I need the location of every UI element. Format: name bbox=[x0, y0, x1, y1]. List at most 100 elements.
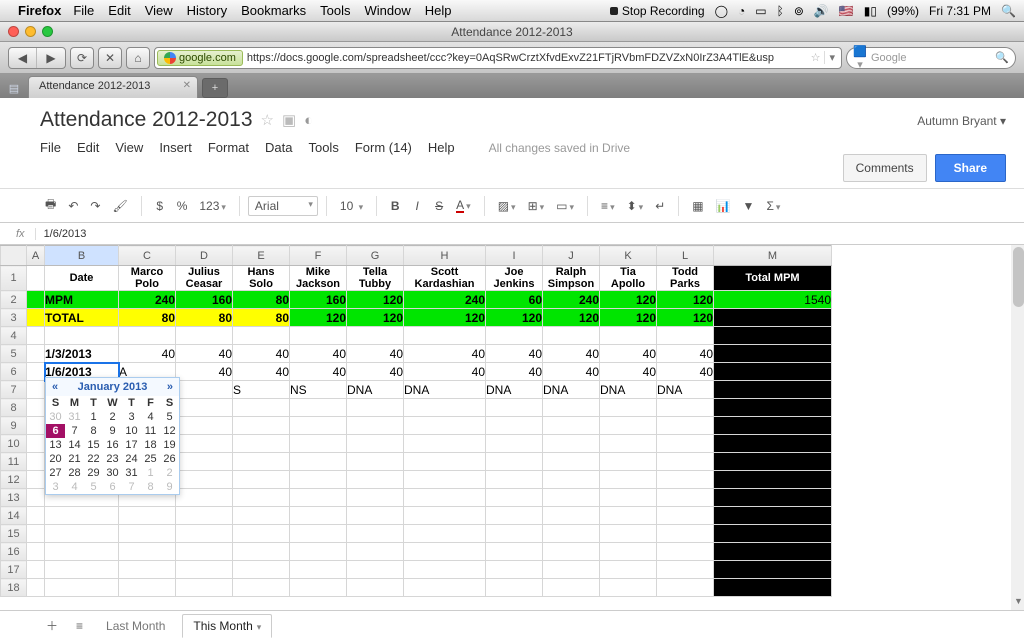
dp-day[interactable]: 8 bbox=[84, 424, 103, 438]
font-family-select[interactable]: Arial bbox=[248, 196, 318, 216]
cell-K13[interactable] bbox=[600, 489, 657, 507]
cell-K10[interactable] bbox=[600, 435, 657, 453]
dp-day[interactable]: 7 bbox=[65, 424, 84, 438]
cell-E9[interactable] bbox=[233, 417, 290, 435]
dp-day[interactable]: 1 bbox=[84, 410, 103, 424]
cell-F15[interactable] bbox=[290, 525, 347, 543]
cell-B2[interactable]: MPM bbox=[45, 291, 119, 309]
cell-D17[interactable] bbox=[176, 561, 233, 579]
col-J[interactable]: J bbox=[543, 246, 600, 266]
cell-I16[interactable] bbox=[486, 543, 543, 561]
col-H[interactable]: H bbox=[404, 246, 486, 266]
cell-E17[interactable] bbox=[233, 561, 290, 579]
cell-J8[interactable] bbox=[543, 399, 600, 417]
cell-M6[interactable] bbox=[714, 363, 832, 381]
wrap-button[interactable]: ↵ bbox=[650, 195, 670, 217]
cell-K16[interactable] bbox=[600, 543, 657, 561]
cell-A9[interactable] bbox=[27, 417, 45, 435]
cell-E6[interactable]: 40 bbox=[233, 363, 290, 381]
cell-A5[interactable] bbox=[27, 345, 45, 363]
rownum-7[interactable]: 7 bbox=[1, 381, 27, 399]
dp-day[interactable]: 3 bbox=[46, 480, 65, 494]
dp-prev[interactable]: « bbox=[52, 381, 58, 393]
cell-F7[interactable]: NS bbox=[290, 381, 347, 399]
cell-H5[interactable]: 40 bbox=[404, 345, 486, 363]
cell-E12[interactable] bbox=[233, 471, 290, 489]
menu-tools[interactable]: Tools bbox=[320, 3, 350, 18]
cell-F14[interactable] bbox=[290, 507, 347, 525]
cell-M17[interactable] bbox=[714, 561, 832, 579]
scroll-thumb[interactable] bbox=[1013, 247, 1024, 307]
site-identity-chip[interactable]: google.com bbox=[157, 50, 243, 66]
cell-L10[interactable] bbox=[657, 435, 714, 453]
col-K[interactable]: K bbox=[600, 246, 657, 266]
bluetooth-icon[interactable]: ᛒ bbox=[777, 4, 784, 18]
cell-H18[interactable] bbox=[404, 579, 486, 597]
print-icon[interactable]: 🖶 bbox=[40, 191, 61, 220]
reload-button[interactable]: ⟳ bbox=[70, 47, 94, 69]
cell-I2[interactable]: 60 bbox=[486, 291, 543, 309]
cell-M9[interactable] bbox=[714, 417, 832, 435]
cell-I18[interactable] bbox=[486, 579, 543, 597]
cell-A14[interactable] bbox=[27, 507, 45, 525]
search-box[interactable]: 🟦▾ Google 🔍 bbox=[846, 47, 1016, 69]
cell-G5[interactable]: 40 bbox=[347, 345, 404, 363]
cell-A6[interactable] bbox=[27, 363, 45, 381]
cell-M8[interactable] bbox=[714, 399, 832, 417]
cell-F2[interactable]: 160 bbox=[290, 291, 347, 309]
rownum-6[interactable]: 6 bbox=[1, 363, 27, 381]
cell-L6[interactable]: 40 bbox=[657, 363, 714, 381]
cell-K11[interactable] bbox=[600, 453, 657, 471]
cell-D13[interactable] bbox=[176, 489, 233, 507]
insert-chart-icon[interactable]: 📊 bbox=[711, 195, 736, 217]
italic-button[interactable]: I bbox=[407, 195, 427, 217]
cell-G16[interactable] bbox=[347, 543, 404, 561]
rownum-10[interactable]: 10 bbox=[1, 435, 27, 453]
cell-K1[interactable]: TiaApollo bbox=[600, 266, 657, 291]
bold-button[interactable]: B bbox=[385, 195, 405, 217]
fx-value[interactable]: 1/6/2013 bbox=[36, 228, 95, 240]
strike-button[interactable]: S bbox=[429, 195, 449, 217]
cell-C2[interactable]: 240 bbox=[119, 291, 176, 309]
cell-B16[interactable] bbox=[45, 543, 119, 561]
cell-A2[interactable] bbox=[27, 291, 45, 309]
cell-F4[interactable] bbox=[290, 327, 347, 345]
docs-menu-format[interactable]: Format bbox=[208, 140, 249, 155]
cell-G1[interactable]: TellaTubby bbox=[347, 266, 404, 291]
cell-J15[interactable] bbox=[543, 525, 600, 543]
dp-day[interactable]: 14 bbox=[65, 438, 84, 452]
cell-M12[interactable] bbox=[714, 471, 832, 489]
grid[interactable]: ABCDEFGHIJKLM1DateMarcoPoloJuliusCeasarH… bbox=[0, 245, 1024, 610]
menu-window[interactable]: Window bbox=[365, 3, 411, 18]
rownum-15[interactable]: 15 bbox=[1, 525, 27, 543]
col-C[interactable]: C bbox=[119, 246, 176, 266]
cell-E3[interactable]: 80 bbox=[233, 309, 290, 327]
cell-J16[interactable] bbox=[543, 543, 600, 561]
cell-C16[interactable] bbox=[119, 543, 176, 561]
cell-H16[interactable] bbox=[404, 543, 486, 561]
dp-day[interactable]: 31 bbox=[122, 466, 141, 480]
cell-E4[interactable] bbox=[233, 327, 290, 345]
stop-recording[interactable]: Stop Recording bbox=[610, 4, 705, 18]
cell-I4[interactable] bbox=[486, 327, 543, 345]
col-F[interactable]: F bbox=[290, 246, 347, 266]
cell-K6[interactable]: 40 bbox=[600, 363, 657, 381]
font-size-select[interactable]: 10 ▾ bbox=[335, 195, 368, 217]
cell-D9[interactable] bbox=[176, 417, 233, 435]
cell-L16[interactable] bbox=[657, 543, 714, 561]
cell-G17[interactable] bbox=[347, 561, 404, 579]
cell-E7[interactable]: S bbox=[233, 381, 290, 399]
dp-day[interactable]: 17 bbox=[122, 438, 141, 452]
cell-D11[interactable] bbox=[176, 453, 233, 471]
rownum-4[interactable]: 4 bbox=[1, 327, 27, 345]
cell-G3[interactable]: 120 bbox=[347, 309, 404, 327]
cell-K15[interactable] bbox=[600, 525, 657, 543]
cell-I13[interactable] bbox=[486, 489, 543, 507]
cell-J4[interactable] bbox=[543, 327, 600, 345]
cell-G12[interactable] bbox=[347, 471, 404, 489]
rownum-14[interactable]: 14 bbox=[1, 507, 27, 525]
cell-H9[interactable] bbox=[404, 417, 486, 435]
cell-M1[interactable]: Total MPM bbox=[714, 266, 832, 291]
dp-day[interactable]: 27 bbox=[46, 466, 65, 480]
cell-G8[interactable] bbox=[347, 399, 404, 417]
